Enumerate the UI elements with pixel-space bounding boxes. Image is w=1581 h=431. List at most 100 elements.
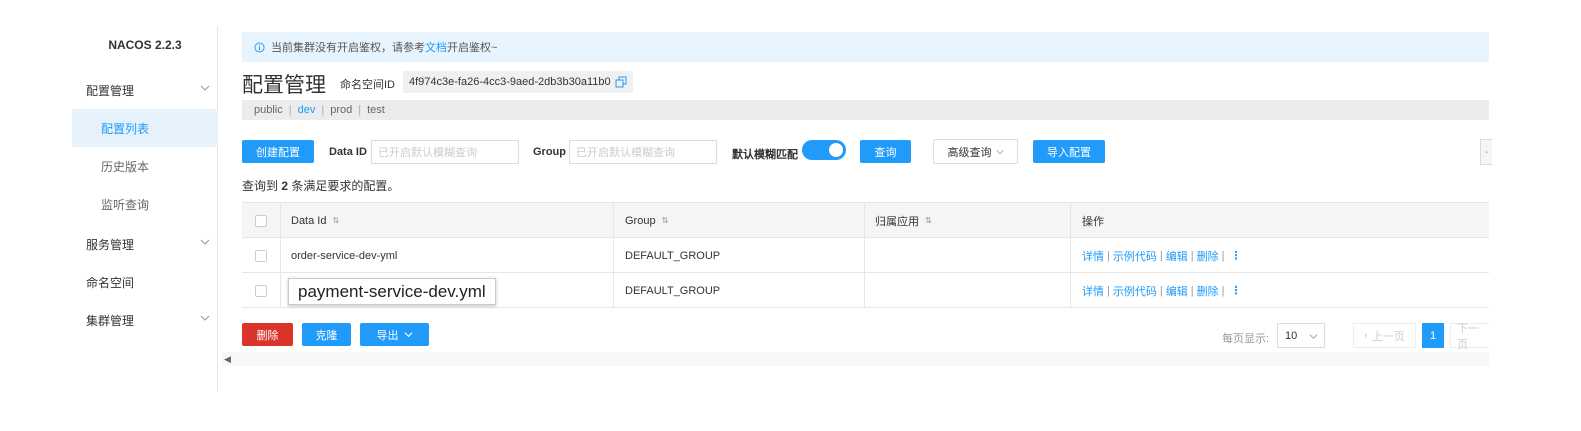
auth-notice: 当前集群没有开启鉴权，请参考 文档 开启鉴权~ (242, 32, 1489, 62)
next-page-button[interactable]: 下一页 (1450, 323, 1489, 351)
namespace-tab-dev[interactable]: dev (298, 104, 316, 116)
result-prefix: 查询到 (242, 179, 279, 193)
namespace-id-text: 4f974c3e-fa26-4cc3-9aed-2db3b30a11b0 (409, 76, 611, 88)
chevron-down-icon (404, 332, 412, 338)
edit-link[interactable]: 编辑 (1166, 248, 1188, 264)
sample-code-link[interactable]: 示例代码 (1113, 248, 1157, 264)
sidebar-group-label: 命名空间 (86, 275, 135, 290)
col-header-label: Group (625, 214, 656, 227)
detail-link[interactable]: 详情 (1082, 283, 1104, 299)
divider: | (1159, 249, 1163, 262)
divider: | (1159, 284, 1163, 297)
cell-group: DEFAULT_GROUP (625, 249, 721, 262)
docs-link[interactable]: 文档 (425, 39, 447, 55)
sidebar-group-label: 集群管理 (86, 313, 135, 328)
more-icon[interactable]: ⋮ (1230, 284, 1241, 297)
page-size-value: 10 (1285, 329, 1298, 342)
edit-link[interactable]: 编辑 (1166, 283, 1188, 299)
col-header-dataid[interactable]: Data Id ⇅ (280, 203, 339, 238)
detail-link[interactable]: 详情 (1082, 248, 1104, 264)
sort-icon[interactable]: ⇅ (332, 216, 339, 225)
divider: | (1107, 284, 1110, 297)
row-checkbox[interactable] (255, 284, 267, 297)
namespace-tab-prod[interactable]: prod (330, 104, 352, 116)
chevron-left-icon: ‹ (1364, 329, 1368, 342)
sidebar-group-cluster[interactable]: 集群管理 (72, 301, 218, 339)
prev-page-label: 上一页 (1371, 330, 1405, 343)
cell-group: DEFAULT_GROUP (625, 284, 721, 297)
edge-button[interactable]: - (1480, 139, 1492, 165)
advanced-query-button[interactable]: 高级查询 (933, 139, 1018, 164)
row-select-cell (242, 273, 280, 308)
result-count: 2 (281, 179, 289, 193)
app-logo: NACOS 2.2.3 (108, 38, 182, 52)
page-1-button[interactable]: 1 (1422, 323, 1444, 348)
export-button[interactable]: 导出 (360, 323, 429, 346)
chevron-down-icon (200, 239, 210, 245)
dataid-input[interactable]: 已开启默认模糊查询 (371, 140, 519, 164)
more-icon[interactable]: ⋮ (1230, 249, 1241, 262)
sidebar-item-listener-query[interactable]: 监听查询 (72, 185, 218, 223)
create-config-button[interactable]: 创建配置 (242, 140, 314, 163)
sidebar-group-namespace[interactable]: 命名空间 (72, 263, 218, 301)
col-header-group[interactable]: Group ⇅ (614, 203, 668, 238)
horizontal-scrollbar[interactable]: ◀ (222, 352, 1489, 366)
notice-text: 当前集群没有开启鉴权，请参考 (271, 42, 425, 54)
sidebar-item-label: 配置列表 (101, 121, 150, 136)
cell-dataid: order-service-dev-yml (291, 249, 398, 262)
namespace-id-value: 4f974c3e-fa26-4cc3-9aed-2db3b30a11b0 (403, 71, 633, 93)
col-header-app[interactable]: 归属应用 ⇅ (864, 203, 932, 238)
divider: | (1190, 284, 1194, 297)
advanced-query-label: 高级查询 (947, 146, 992, 159)
dataid-label: Data ID (329, 146, 367, 158)
chevron-down-icon (1309, 334, 1318, 339)
group-label: Group (533, 146, 566, 158)
select-all-checkbox[interactable] (255, 214, 267, 227)
divider: | (288, 104, 292, 116)
copy-icon[interactable] (615, 76, 627, 88)
sidebar-item-label: 历史版本 (101, 159, 150, 174)
scroll-left-icon[interactable]: ◀ (224, 354, 231, 365)
sort-icon[interactable]: ⇅ (925, 216, 932, 225)
sort-icon[interactable]: ⇅ (662, 216, 669, 225)
row-checkbox[interactable] (255, 249, 267, 262)
cell-ops: 详情 | 示例代码 | 编辑 | 删除 | ⋮ (1071, 273, 1241, 308)
namespace-tab-public[interactable]: public (254, 104, 283, 116)
sidebar-item-label: 监听查询 (101, 197, 150, 212)
prev-page-button[interactable]: ‹ 上一页 (1353, 323, 1416, 348)
result-suffix: 条满足要求的配置。 (291, 179, 400, 193)
sidebar-group-label: 服务管理 (86, 237, 135, 252)
clone-button[interactable]: 克隆 (302, 323, 351, 346)
sidebar-item-config-list[interactable]: 配置列表 (72, 109, 218, 147)
row-select-cell (242, 238, 280, 273)
chevron-down-icon (200, 315, 210, 321)
delete-button[interactable]: 删除 (242, 323, 293, 346)
chevron-down-icon (200, 85, 210, 91)
sidebar: NACOS 2.2.3 配置管理 配置列表 历史版本 监听查询 服务管理 命名空… (72, 26, 218, 392)
import-config-button[interactable]: 导入配置 (1033, 140, 1105, 163)
divider: | (1221, 284, 1225, 297)
delete-link[interactable]: 删除 (1197, 248, 1219, 264)
table-header-row: Data Id ⇅ Group ⇅ 归属应用 ⇅ 操作 (242, 203, 1489, 238)
delete-link[interactable]: 删除 (1197, 283, 1219, 299)
group-input[interactable]: 已开启默认模糊查询 (569, 140, 717, 164)
info-icon (254, 41, 265, 53)
sidebar-group-label: 配置管理 (86, 83, 135, 98)
fuzzy-match-label: 默认模糊匹配 (732, 149, 798, 161)
col-header-ops: 操作 (1082, 215, 1104, 228)
sample-code-link[interactable]: 示例代码 (1113, 283, 1157, 299)
namespace-tabs: public | dev | prod | test (242, 100, 1489, 120)
divider: | (1190, 249, 1194, 262)
cell-app (864, 273, 875, 308)
sidebar-group-config[interactable]: 配置管理 (72, 71, 218, 109)
divider: | (1107, 249, 1110, 262)
sidebar-item-history[interactable]: 历史版本 (72, 147, 218, 185)
namespace-tab-test[interactable]: test (367, 104, 385, 116)
query-button[interactable]: 查询 (860, 140, 911, 163)
sidebar-group-service[interactable]: 服务管理 (72, 225, 218, 263)
fuzzy-match-toggle[interactable] (802, 140, 846, 160)
page-title: 配置管理 (242, 74, 326, 97)
page-size-select[interactable]: 10 (1277, 323, 1325, 348)
result-summary: 查询到 2 条满足要求的配置。 (242, 177, 399, 194)
cell-ops: 详情 | 示例代码 | 编辑 | 删除 | ⋮ (1071, 238, 1241, 273)
